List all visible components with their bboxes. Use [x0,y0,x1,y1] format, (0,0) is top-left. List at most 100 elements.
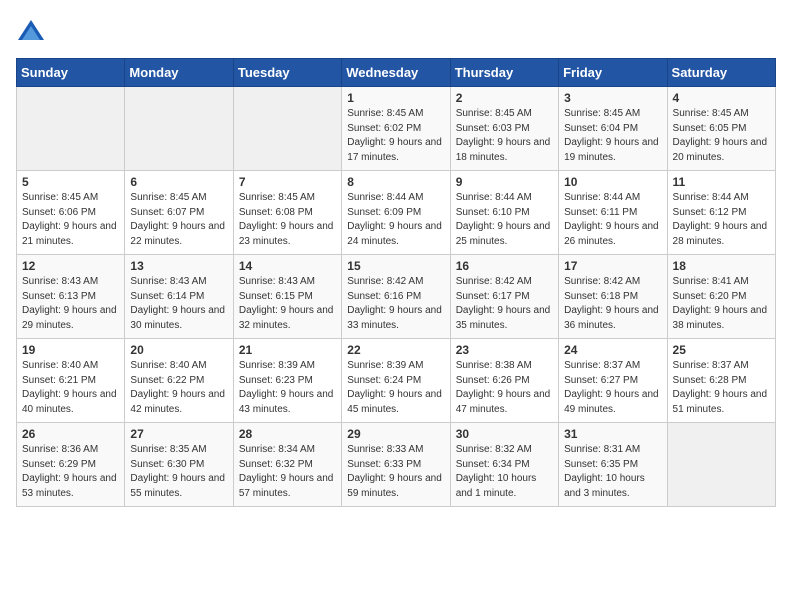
calendar-cell: 17Sunrise: 8:42 AM Sunset: 6:18 PM Dayli… [559,255,667,339]
day-info: Sunrise: 8:34 AM Sunset: 6:32 PM Dayligh… [239,443,336,501]
calendar-cell: 14 Sunrise: 8:43 AM Sunset: 6:15 PM Dayli… [233,255,341,339]
weekday-header: Saturday [667,59,775,87]
day-info: Sunrise: 8:38 AM Sunset: 6:26 PM Dayligh… [456,359,553,417]
day-info: Sunrise: 8:32 AM Sunset: 6:34 PM Dayligh… [456,443,553,501]
day-number: 11 [673,175,770,189]
calendar-week-row: 1Sunrise: 8:45 AM Sunset: 6:02 PM Daylig… [17,87,776,171]
day-number: 10 [564,175,661,189]
day-info: Sunrise: 8:45 AM Sunset: 6:06 PM Dayligh… [22,191,119,249]
logo-icon [16,16,46,46]
day-number: 7 [239,175,336,189]
calendar-cell: 12 Sunrise: 8:43 AM Sunset: 6:13 PM Dayli… [17,255,125,339]
calendar-cell: 4 Sunrise: 8:45 AM Sunset: 6:05 PM Daylig… [667,87,775,171]
calendar-cell: 2 Sunrise: 8:45 AM Sunset: 6:03 PM Daylig… [450,87,558,171]
day-number: 28 [239,427,336,441]
calendar-cell: 20Sunrise: 8:40 AM Sunset: 6:22 PM Dayli… [125,339,233,423]
day-number: 6 [130,175,227,189]
day-number: 5 [22,175,119,189]
day-number: 25 [673,343,770,357]
calendar-cell: 1Sunrise: 8:45 AM Sunset: 6:02 PM Daylig… [342,87,450,171]
day-number: 24 [564,343,661,357]
day-number: 13 [130,259,227,273]
calendar-cell: 8 Sunrise: 8:44 AM Sunset: 6:09 PM Daylig… [342,171,450,255]
day-info: Sunrise: 8:33 AM Sunset: 6:33 PM Dayligh… [347,443,444,501]
day-info: Sunrise: 8:45 AM Sunset: 6:02 PM Dayligh… [347,107,444,165]
day-number: 14 [239,259,336,273]
day-number: 4 [673,91,770,105]
day-info: Sunrise: 8:43 AM Sunset: 6:15 PM Dayligh… [239,275,336,333]
day-info: Sunrise: 8:45 AM Sunset: 6:04 PM Dayligh… [564,107,661,165]
calendar-cell: 5 Sunrise: 8:45 AM Sunset: 6:06 PM Daylig… [17,171,125,255]
weekday-header: Tuesday [233,59,341,87]
calendar-cell: 24 Sunrise: 8:37 AM Sunset: 6:27 PM Dayli… [559,339,667,423]
day-number: 16 [456,259,553,273]
day-info: Sunrise: 8:40 AM Sunset: 6:21 PM Dayligh… [22,359,119,417]
weekday-header: Friday [559,59,667,87]
calendar-cell [667,423,775,507]
day-info: Sunrise: 8:37 AM Sunset: 6:28 PM Dayligh… [673,359,770,417]
day-info: Sunrise: 8:39 AM Sunset: 6:24 PM Dayligh… [347,359,444,417]
day-info: Sunrise: 8:39 AM Sunset: 6:23 PM Dayligh… [239,359,336,417]
calendar-cell: 3 Sunrise: 8:45 AM Sunset: 6:04 PM Daylig… [559,87,667,171]
calendar-cell: 11 Sunrise: 8:44 AM Sunset: 6:12 PM Dayli… [667,171,775,255]
calendar-cell: 13 Sunrise: 8:43 AM Sunset: 6:14 PM Dayli… [125,255,233,339]
calendar-cell: 22 Sunrise: 8:39 AM Sunset: 6:24 PM Dayli… [342,339,450,423]
calendar-cell: 25 Sunrise: 8:37 AM Sunset: 6:28 PM Dayli… [667,339,775,423]
calendar-cell: 21 Sunrise: 8:39 AM Sunset: 6:23 PM Dayli… [233,339,341,423]
calendar-week-row: 26Sunrise: 8:36 AM Sunset: 6:29 PM Dayli… [17,423,776,507]
calendar-cell: 6 Sunrise: 8:45 AM Sunset: 6:07 PM Daylig… [125,171,233,255]
calendar-cell: 19 Sunrise: 8:40 AM Sunset: 6:21 PM Dayli… [17,339,125,423]
calendar-cell: 10 Sunrise: 8:44 AM Sunset: 6:11 PM Dayli… [559,171,667,255]
day-info: Sunrise: 8:45 AM Sunset: 6:05 PM Dayligh… [673,107,770,165]
calendar-week-row: 5 Sunrise: 8:45 AM Sunset: 6:06 PM Daylig… [17,171,776,255]
day-number: 29 [347,427,444,441]
day-info: Sunrise: 8:35 AM Sunset: 6:30 PM Dayligh… [130,443,227,501]
calendar-week-row: 19 Sunrise: 8:40 AM Sunset: 6:21 PM Dayli… [17,339,776,423]
day-info: Sunrise: 8:37 AM Sunset: 6:27 PM Dayligh… [564,359,661,417]
day-number: 21 [239,343,336,357]
calendar-week-row: 12 Sunrise: 8:43 AM Sunset: 6:13 PM Dayli… [17,255,776,339]
day-info: Sunrise: 8:41 AM Sunset: 6:20 PM Dayligh… [673,275,770,333]
calendar-cell: 28 Sunrise: 8:34 AM Sunset: 6:32 PM Dayli… [233,423,341,507]
calendar-cell: 7 Sunrise: 8:45 AM Sunset: 6:08 PM Daylig… [233,171,341,255]
calendar-table: SundayMondayTuesdayWednesdayThursdayFrid… [16,58,776,507]
day-info: Sunrise: 8:31 AM Sunset: 6:35 PM Dayligh… [564,443,661,501]
calendar-cell: 26Sunrise: 8:36 AM Sunset: 6:29 PM Dayli… [17,423,125,507]
day-number: 3 [564,91,661,105]
weekday-header: Thursday [450,59,558,87]
day-number: 31 [564,427,661,441]
day-info: Sunrise: 8:44 AM Sunset: 6:11 PM Dayligh… [564,191,661,249]
day-number: 12 [22,259,119,273]
day-info: Sunrise: 8:43 AM Sunset: 6:14 PM Dayligh… [130,275,227,333]
day-info: Sunrise: 8:45 AM Sunset: 6:08 PM Dayligh… [239,191,336,249]
calendar-cell: 9Sunrise: 8:44 AM Sunset: 6:10 PM Daylig… [450,171,558,255]
calendar-cell: 18Sunrise: 8:41 AM Sunset: 6:20 PM Dayli… [667,255,775,339]
day-number: 17 [564,259,661,273]
logo [16,16,50,46]
calendar-cell: 30Sunrise: 8:32 AM Sunset: 6:34 PM Dayli… [450,423,558,507]
weekday-header-row: SundayMondayTuesdayWednesdayThursdayFrid… [17,59,776,87]
calendar-cell: 23Sunrise: 8:38 AM Sunset: 6:26 PM Dayli… [450,339,558,423]
weekday-header: Wednesday [342,59,450,87]
day-number: 19 [22,343,119,357]
calendar-cell: 16Sunrise: 8:42 AM Sunset: 6:17 PM Dayli… [450,255,558,339]
calendar-cell [233,87,341,171]
day-number: 2 [456,91,553,105]
day-info: Sunrise: 8:44 AM Sunset: 6:12 PM Dayligh… [673,191,770,249]
page-header [16,16,776,46]
weekday-header: Monday [125,59,233,87]
calendar-cell: 27 Sunrise: 8:35 AM Sunset: 6:30 PM Dayli… [125,423,233,507]
day-number: 27 [130,427,227,441]
day-number: 26 [22,427,119,441]
day-info: Sunrise: 8:43 AM Sunset: 6:13 PM Dayligh… [22,275,119,333]
calendar-cell: 29 Sunrise: 8:33 AM Sunset: 6:33 PM Dayli… [342,423,450,507]
day-info: Sunrise: 8:45 AM Sunset: 6:07 PM Dayligh… [130,191,227,249]
calendar-cell [125,87,233,171]
day-number: 8 [347,175,444,189]
weekday-header: Sunday [17,59,125,87]
day-number: 9 [456,175,553,189]
day-number: 22 [347,343,444,357]
day-info: Sunrise: 8:45 AM Sunset: 6:03 PM Dayligh… [456,107,553,165]
calendar-cell: 31 Sunrise: 8:31 AM Sunset: 6:35 PM Dayli… [559,423,667,507]
day-info: Sunrise: 8:44 AM Sunset: 6:09 PM Dayligh… [347,191,444,249]
